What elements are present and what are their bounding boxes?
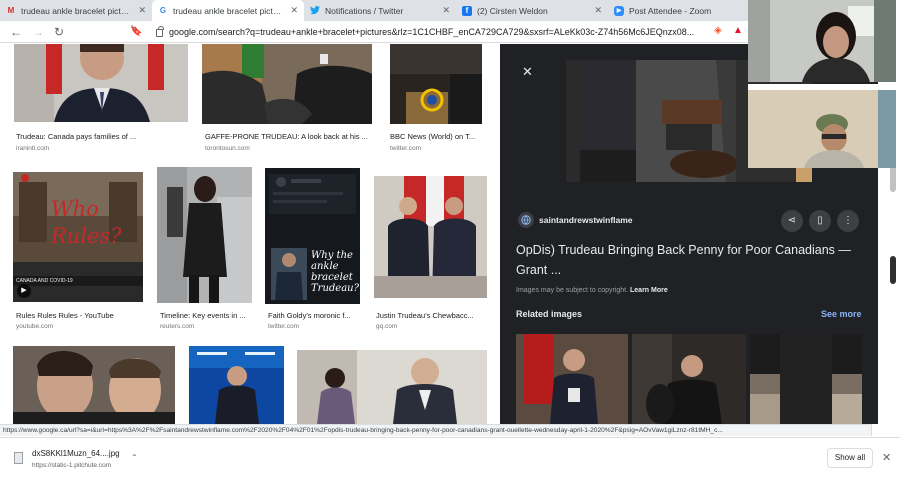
link-status-bar: https://www.google.ca/url?sa=i&url=https… <box>0 424 872 436</box>
related-image[interactable] <box>516 334 628 424</box>
bookmark-icon[interactable]: 🔖 <box>130 24 142 40</box>
tab-title: (2) Cirsten Weldon <box>477 5 548 16</box>
close-icon[interactable]: ✕ <box>882 451 891 464</box>
tab-gmail[interactable]: M trudeau ankle bracelet pictures - ✕ <box>0 0 152 21</box>
related-image[interactable] <box>750 334 862 424</box>
result-thumbnail-youtube[interactable]: Who Rules? CANADA AND COVID-19 ▶ <box>13 172 143 302</box>
result-thumbnail-7[interactable] <box>374 176 487 298</box>
brave-shield-icon[interactable]: ◈ <box>712 24 724 38</box>
tab-google-search[interactable]: G trudeau ankle bracelet pictures ✕ <box>152 0 304 21</box>
result-source: iranintl.com <box>16 145 50 152</box>
gmail-icon: M <box>7 6 15 15</box>
play-icon[interactable]: ▶ <box>17 284 31 298</box>
more-options-icon[interactable]: ⋮ <box>837 210 859 232</box>
related-image[interactable] <box>632 334 746 424</box>
preview-title[interactable]: OpDis) Trudeau Bringing Back Penny for P… <box>516 240 868 280</box>
result-thumbnail-10[interactable] <box>297 350 487 424</box>
video-tile-participant-1[interactable] <box>748 0 896 82</box>
video-tile-participant-2[interactable] <box>748 84 896 168</box>
copyright-notice: Images may be subject to copyright. Lear… <box>516 287 668 294</box>
download-shelf: dxS8KKl1Muzn_64....jpg https://static-1.… <box>0 437 900 480</box>
copyright-text: Images may be subject to copyright. <box>516 287 629 294</box>
lock-icon <box>156 26 164 37</box>
facebook-icon: f <box>462 5 472 16</box>
tab-title: Post Attendee - Zoom <box>629 5 712 16</box>
google-icon: G <box>159 6 167 15</box>
result-thumbnail-8[interactable] <box>13 346 175 424</box>
close-tab-icon[interactable]: ✕ <box>290 5 298 16</box>
see-more-link[interactable]: See more <box>821 309 862 319</box>
address-url: google.com/search?q=trudeau+ankle+bracel… <box>169 27 695 37</box>
result-source: torontosun.com <box>205 145 250 152</box>
tab-title: Notifications / Twitter <box>325 5 404 16</box>
result-source: twitter.com <box>390 145 422 152</box>
result-thumbnail-9[interactable] <box>189 346 284 424</box>
reload-icon[interactable]: ↻ <box>54 24 64 40</box>
thumbnail-overlay-text: Who Rules? <box>51 197 122 248</box>
download-source-url: https://static-1.pitchute.com <box>32 462 112 469</box>
thumbnail-banner-text: CANADA AND COVID-19 <box>13 276 143 286</box>
tab-strip: M trudeau ankle bracelet pictures - ✕ G … <box>0 0 748 21</box>
thumbnail-overlay-text: Why the ankle bracelet Trudeau? <box>311 250 359 294</box>
result-thumbnail-twitter[interactable]: Why the ankle bracelet Trudeau? <box>265 168 360 304</box>
result-source: reuters.com <box>160 323 195 330</box>
result-source: gq.com <box>376 323 398 330</box>
close-tab-icon[interactable]: ✕ <box>594 5 602 16</box>
twitter-icon <box>310 6 320 16</box>
tab-facebook[interactable]: f (2) Cirsten Weldon ✕ <box>456 0 608 21</box>
tab-title: trudeau ankle bracelet pictures - <box>21 5 134 16</box>
result-thumbnail-2[interactable] <box>202 44 372 124</box>
browser-toolbar: ← → ↻ 🔖 google.com/search?q=trudeau+ankl… <box>0 21 748 43</box>
tab-title: trudeau ankle bracelet pictures <box>173 5 286 16</box>
result-thumbnail-5[interactable] <box>157 167 252 303</box>
result-source: youtube.com <box>16 323 54 330</box>
related-images-heading: Related images <box>516 309 583 319</box>
chevron-up-icon[interactable]: ⌃ <box>131 453 138 462</box>
result-caption[interactable]: Rules Rules Rules - YouTube <box>16 311 144 320</box>
tab-zoom[interactable]: ▶ Post Attendee - Zoom <box>608 0 748 21</box>
result-caption[interactable]: GAFFE-PRONE TRUDEAU: A look back at his … <box>205 132 369 141</box>
page-scrollbar[interactable] <box>890 164 896 192</box>
result-thumbnail-1[interactable] <box>14 44 188 122</box>
download-filename[interactable]: dxS8KKl1Muzn_64....jpg <box>32 449 120 458</box>
close-tab-icon[interactable]: ✕ <box>138 5 146 16</box>
forward-icon[interactable]: → <box>32 24 44 40</box>
result-thumbnail-3[interactable] <box>390 44 482 124</box>
site-icon <box>518 212 534 228</box>
close-icon[interactable]: ✕ <box>522 64 533 80</box>
save-bookmark-icon[interactable]: ▯ <box>809 210 831 232</box>
result-caption[interactable]: BBC News (World) on T... <box>390 132 482 141</box>
result-caption[interactable]: Faith Goldy's moronic f... <box>268 311 362 320</box>
panel-scrollbar[interactable] <box>890 256 896 284</box>
share-icon[interactable]: ⋖ <box>781 210 803 232</box>
back-icon[interactable]: ← <box>10 24 22 40</box>
learn-more-link[interactable]: Learn More <box>630 287 668 294</box>
result-caption[interactable]: Timeline: Key events in ... <box>160 311 252 320</box>
address-bar[interactable]: google.com/search?q=trudeau+ankle+bracel… <box>156 24 706 40</box>
result-source: twitter.com <box>268 323 300 330</box>
tab-twitter[interactable]: Notifications / Twitter ✕ <box>304 0 456 21</box>
screen: M trudeau ankle bracelet pictures - ✕ G … <box>0 0 900 480</box>
result-caption[interactable]: Trudeau: Canada pays families of ... <box>16 132 176 141</box>
zoom-icon: ▶ <box>614 5 624 16</box>
image-results-grid: Trudeau: Canada pays families of ... ira… <box>0 44 500 424</box>
show-all-button[interactable]: Show all <box>827 448 873 468</box>
file-icon <box>14 452 23 464</box>
result-caption[interactable]: Justin Trudeau's Chewbacc... <box>376 311 484 320</box>
preview-site-name[interactable]: saintandrewstwinflame <box>539 215 633 225</box>
warning-icon[interactable]: ▲ <box>732 24 744 38</box>
close-tab-icon[interactable]: ✕ <box>442 5 450 16</box>
